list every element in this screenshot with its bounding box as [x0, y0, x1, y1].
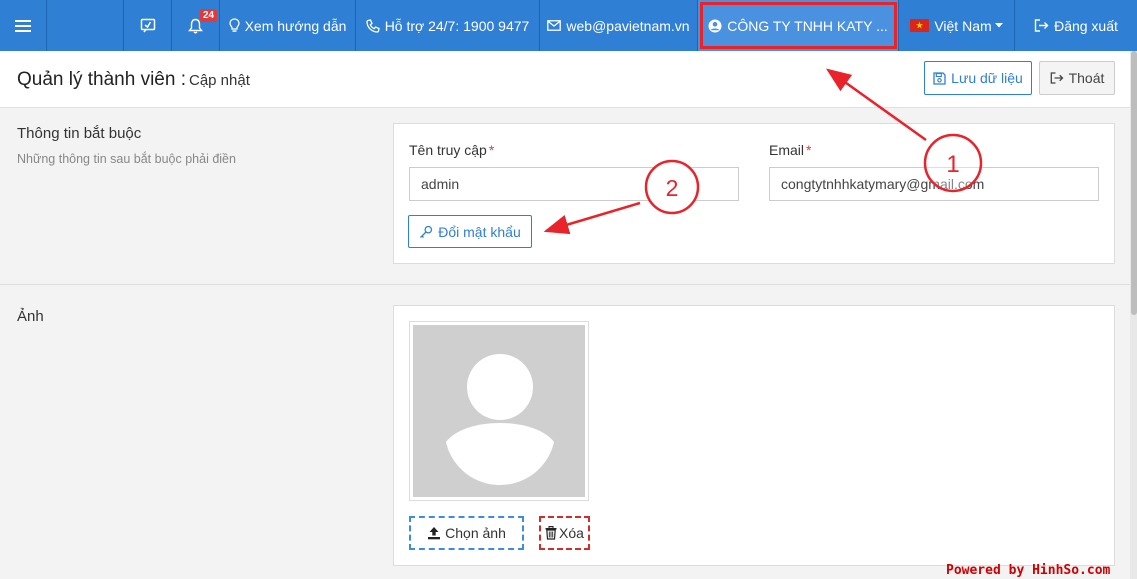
required-section-description: Những thông tin sau bắt buộc phải điền [17, 152, 236, 166]
save-label: Lưu dữ liệu [951, 70, 1023, 86]
menu-toggle-button[interactable] [0, 0, 47, 51]
section-divider [0, 284, 1130, 285]
hamburger-icon [15, 19, 31, 32]
email-label: Email * [769, 142, 811, 158]
avatar-placeholder [413, 325, 585, 497]
exit-label: Thoát [1068, 70, 1105, 86]
email-label: web@pavietnam.vn [566, 17, 690, 34]
message-check-icon [140, 18, 155, 32]
exit-button[interactable]: Thoát [1039, 61, 1115, 95]
spacer [47, 0, 124, 51]
change-password-button[interactable]: Đổi mật khẩu [408, 215, 532, 248]
email-input[interactable]: congtytnhhkatymary@gmail.com [769, 167, 1099, 201]
user-silhouette-icon [446, 354, 554, 485]
caret-down-icon [994, 23, 1003, 28]
guide-link[interactable]: Xem hướng dẫn [220, 0, 356, 51]
logout-label: Đăng xuất [1054, 17, 1118, 34]
delete-photo-button[interactable]: Xóa [539, 516, 590, 550]
change-password-label: Đổi mật khẩu [438, 223, 521, 240]
email-link[interactable]: web@pavietnam.vn [540, 0, 698, 51]
phone-icon [366, 18, 380, 33]
envelope-icon [547, 20, 562, 31]
required-asterisk: * [488, 142, 495, 158]
photo-section-title: Ảnh [17, 308, 44, 325]
page-title-text: Quản lý thành viên : [17, 69, 186, 90]
language-dropdown[interactable]: Việt Nam [899, 0, 1015, 51]
username-value: admin [421, 176, 460, 192]
scrollbar-thumb[interactable] [1131, 51, 1137, 315]
feedback-button[interactable] [124, 0, 172, 51]
logout-button[interactable]: Đăng xuất [1015, 0, 1137, 51]
required-asterisk: * [806, 142, 812, 158]
sign-out-icon [1050, 72, 1064, 84]
key-icon [420, 225, 433, 238]
company-name: CÔNG TY TNHH KATY ... [727, 17, 888, 34]
notification-badge: 24 [200, 9, 218, 22]
support-hotline-link[interactable]: Hỗ trợ 24/7: 1900 9477 [356, 0, 540, 51]
required-section-title: Thông tin bắt buộc [17, 125, 142, 142]
choose-photo-button[interactable]: Chọn ảnh [409, 516, 524, 550]
page-title: Quản lý thành viên : Cập nhật [17, 69, 250, 91]
floppy-disk-icon [933, 71, 946, 85]
upload-icon [428, 527, 441, 540]
top-navbar: Xem hướng dẫn Hỗ trợ 24/7: 1900 9477 web… [0, 0, 1137, 51]
delete-photo-label: Xóa [559, 525, 584, 541]
trash-icon [545, 526, 557, 540]
language-label: Việt Nam [934, 17, 992, 34]
support-label: Hỗ trợ 24/7: 1900 9477 [384, 17, 530, 34]
username-label-text: Tên truy cập [409, 142, 487, 158]
watermark-text: Powered by HinhSo.com [946, 563, 1111, 578]
account-menu[interactable]: CÔNG TY TNHH KATY ... [698, 0, 899, 51]
email-label-text: Email [769, 142, 805, 158]
vietnam-flag-icon [910, 19, 930, 32]
username-input[interactable]: admin [409, 167, 739, 201]
lightbulb-icon [228, 18, 240, 32]
avatar-image [409, 321, 589, 501]
save-button[interactable]: Lưu dữ liệu [924, 61, 1032, 95]
username-label: Tên truy cập * [409, 142, 494, 158]
choose-photo-label: Chọn ảnh [445, 525, 506, 541]
notifications-button[interactable] [172, 0, 220, 51]
guide-label: Xem hướng dẫn [244, 17, 347, 34]
user-circle-icon [708, 19, 722, 32]
sign-out-icon [1034, 19, 1049, 32]
email-value: congtytnhhkatymary@gmail.com [781, 176, 985, 192]
page-subtitle: Cập nhật [189, 72, 250, 89]
